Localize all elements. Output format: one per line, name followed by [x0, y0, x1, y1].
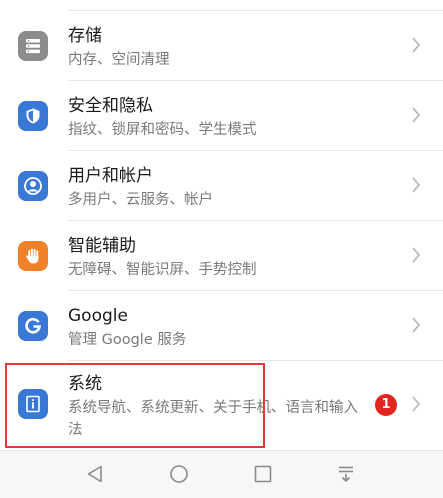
- settings-item-subtitle: 指纹、锁屏和密码、学生模式: [68, 122, 257, 138]
- settings-item-storage[interactable]: 存储 内存、空间清理: [0, 11, 443, 79]
- settings-item-subtitle: 多用户、云服务、帐户: [68, 192, 213, 208]
- home-button[interactable]: [168, 463, 190, 485]
- hand-icon: [18, 241, 48, 271]
- recents-icon: [254, 465, 272, 483]
- chevron-right-icon: [412, 396, 421, 412]
- selection-highlight: [5, 363, 265, 448]
- settings-item-title: 用户和帐户: [68, 166, 153, 186]
- notification-badge: 1: [375, 394, 397, 416]
- google-icon: [18, 311, 48, 341]
- settings-item-title: Google: [68, 306, 128, 326]
- settings-item-users[interactable]: 用户和帐户 多用户、云服务、帐户: [0, 151, 443, 219]
- chevron-right-icon: [412, 317, 421, 333]
- back-button[interactable]: [84, 463, 106, 485]
- settings-item-title: 安全和隐私: [68, 96, 153, 116]
- chevron-right-icon: [412, 247, 421, 263]
- storage-icon: [18, 31, 48, 61]
- settings-screen: 存储 内存、空间清理 安全和隐私 指纹、锁屏和密码、学生模式 用户和帐户 多用户…: [0, 0, 443, 498]
- home-icon: [170, 465, 188, 483]
- notification-pull-icon: [339, 466, 353, 483]
- user-icon: [18, 171, 48, 201]
- settings-item-subtitle: 内存、空间清理: [68, 52, 170, 68]
- chevron-right-icon: [412, 107, 421, 123]
- back-icon: [87, 465, 102, 483]
- settings-item-subtitle: 管理 Google 服务: [68, 332, 187, 348]
- settings-item-subtitle: 无障碍、智能识屏、手势控制: [68, 262, 257, 278]
- settings-item-title: 存储: [68, 26, 102, 46]
- navigation-bar: [0, 450, 443, 498]
- settings-item-google[interactable]: Google 管理 Google 服务: [0, 291, 443, 359]
- settings-item-title: 智能辅助: [68, 236, 136, 256]
- chevron-right-icon: [412, 177, 421, 193]
- shield-icon: [18, 101, 48, 131]
- notification-pull-button[interactable]: [335, 463, 357, 485]
- recents-button[interactable]: [252, 463, 274, 485]
- chevron-right-icon: [412, 37, 421, 53]
- settings-item-smart-assist[interactable]: 智能辅助 无障碍、智能识屏、手势控制: [0, 221, 443, 289]
- settings-item-security[interactable]: 安全和隐私 指纹、锁屏和密码、学生模式: [0, 81, 443, 149]
